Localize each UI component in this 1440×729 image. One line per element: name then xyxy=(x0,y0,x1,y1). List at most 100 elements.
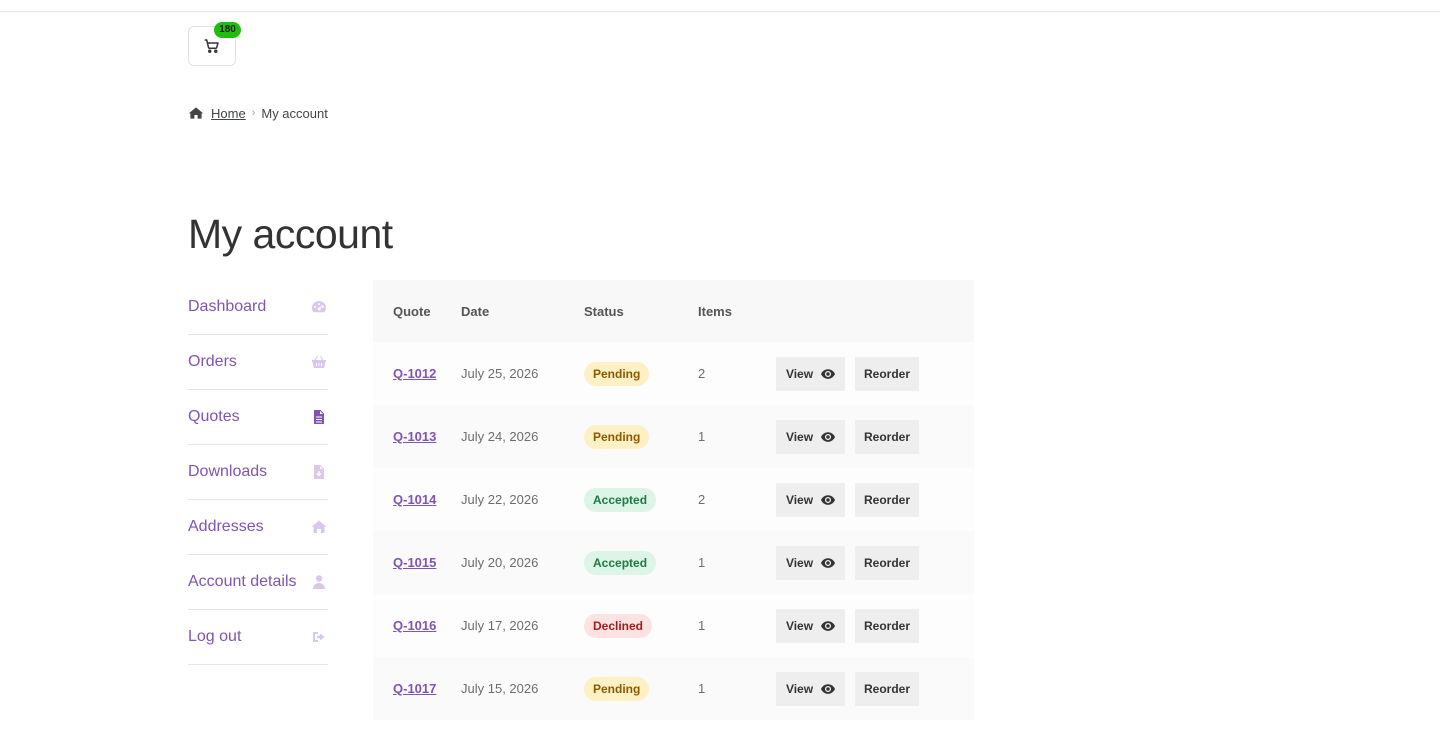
nav-item-label: Account details xyxy=(188,573,297,590)
nav-item-dashboard[interactable]: Dashboard xyxy=(188,280,328,335)
actions-cell: View Reorder xyxy=(776,545,974,580)
status-badge: Pending xyxy=(584,424,650,449)
view-button-label: View xyxy=(785,618,814,633)
nav-item-account-details[interactable]: Account details xyxy=(188,555,328,610)
table-row: Q-1017 July 15, 2026 Pending 1 View Reorder xyxy=(373,657,974,720)
status-badge: Pending xyxy=(584,361,650,386)
actions-cell: View Reorder xyxy=(776,356,974,391)
actions-cell: View Reorder xyxy=(776,608,974,643)
view-button[interactable]: View xyxy=(776,356,845,391)
quote-cell: Q-1012 xyxy=(373,366,461,381)
breadcrumb-separator: › xyxy=(251,107,256,119)
nav-item-log-out[interactable]: Log out xyxy=(188,610,328,665)
table-row: Q-1016 July 17, 2026 Declined 1 View Reorder xyxy=(373,594,974,657)
date-cell: July 25, 2026 xyxy=(461,366,539,381)
nav-item-addresses[interactable]: Addresses xyxy=(188,500,328,555)
view-button-label: View xyxy=(785,555,814,570)
column-header-date: Date xyxy=(461,303,490,319)
status-cell: Declined xyxy=(584,613,698,638)
nav-item-downloads[interactable]: Downloads xyxy=(188,445,328,500)
nav-item-label: Dashboard xyxy=(188,298,267,315)
cart-count-badge: 180 xyxy=(214,22,241,38)
download-file-icon xyxy=(310,463,328,481)
reorder-button[interactable]: Reorder xyxy=(855,545,919,580)
home-icon xyxy=(188,106,204,120)
column-header-status: Status xyxy=(584,303,624,319)
view-button-label: View xyxy=(785,681,814,696)
table-row: Q-1012 July 25, 2026 Pending 2 View Reorder xyxy=(373,342,974,405)
view-button-label: View xyxy=(785,366,814,381)
table-body: Q-1012 July 25, 2026 Pending 2 View Reorder Q-… xyxy=(373,342,974,720)
reorder-button[interactable]: Reorder xyxy=(855,671,919,706)
eye-icon xyxy=(821,620,836,631)
nav-item-label: Quotes xyxy=(188,408,240,425)
quote-cell: Q-1014 xyxy=(373,492,461,507)
nav-item-label: Downloads xyxy=(188,463,268,480)
status-cell: Accepted xyxy=(584,487,698,512)
status-badge: Pending xyxy=(584,676,650,701)
quote-link[interactable]: Q-1015 xyxy=(393,555,436,570)
table-row: Q-1015 July 20, 2026 Accepted 1 View Reorder xyxy=(373,531,974,594)
status-badge: Declined xyxy=(584,613,653,638)
items-cell: 2 xyxy=(698,366,706,381)
view-button[interactable]: View xyxy=(776,671,845,706)
reorder-button[interactable]: Reorder xyxy=(855,356,919,391)
nav-item-quotes[interactable]: Quotes xyxy=(188,390,328,445)
actions-cell: View Reorder xyxy=(776,482,974,517)
eye-icon xyxy=(821,557,836,568)
items-cell: 1 xyxy=(698,681,706,696)
quote-link[interactable]: Q-1012 xyxy=(393,366,436,381)
nav-item-label: Orders xyxy=(188,353,237,370)
nav-item-label: Log out xyxy=(188,628,242,645)
cart-icon xyxy=(203,37,221,55)
nav-item-orders[interactable]: Orders xyxy=(188,335,328,390)
status-badge: Accepted xyxy=(584,487,657,512)
date-cell: July 17, 2026 xyxy=(461,618,539,633)
status-cell: Pending xyxy=(584,361,698,386)
nav-item-label: Addresses xyxy=(188,518,264,535)
column-header-quote: Quote xyxy=(393,303,431,319)
reorder-button[interactable]: Reorder xyxy=(855,419,919,454)
quote-cell: Q-1015 xyxy=(373,555,461,570)
date-cell: July 15, 2026 xyxy=(461,681,539,696)
quote-link[interactable]: Q-1016 xyxy=(393,618,436,633)
status-cell: Pending xyxy=(584,676,698,701)
account-navigation: Dashboard Orders Quotes Downloads Addres… xyxy=(188,280,328,665)
view-button[interactable]: View xyxy=(776,545,845,580)
column-header-items: Items xyxy=(698,303,732,319)
breadcrumb: Home › My account xyxy=(188,104,328,122)
quote-link[interactable]: Q-1014 xyxy=(393,492,436,507)
quote-link[interactable]: Q-1017 xyxy=(393,681,436,696)
view-button-label: View xyxy=(785,492,814,507)
items-cell: 1 xyxy=(698,555,706,570)
eye-icon xyxy=(821,683,836,694)
view-button[interactable]: View xyxy=(776,608,845,643)
dashboard-icon xyxy=(310,298,328,316)
reorder-button[interactable]: Reorder xyxy=(855,608,919,643)
page-title: My account xyxy=(188,211,393,257)
items-cell: 1 xyxy=(698,429,706,444)
home-icon xyxy=(310,518,328,536)
eye-icon xyxy=(821,368,836,379)
items-cell: 2 xyxy=(698,492,706,507)
reorder-button[interactable]: Reorder xyxy=(855,482,919,517)
basket-icon xyxy=(310,353,328,371)
table-row: Q-1014 July 22, 2026 Accepted 2 View Reorder xyxy=(373,468,974,531)
user-icon xyxy=(310,573,328,591)
breadcrumb-current: My account xyxy=(261,105,328,121)
view-button[interactable]: View xyxy=(776,482,845,517)
quote-cell: Q-1016 xyxy=(373,618,461,633)
table-row: Q-1013 July 24, 2026 Pending 1 View Reorder xyxy=(373,405,974,468)
view-button-label: View xyxy=(785,429,814,444)
quote-cell: Q-1017 xyxy=(373,681,461,696)
date-cell: July 22, 2026 xyxy=(461,492,539,507)
date-cell: July 24, 2026 xyxy=(461,429,539,444)
quote-link[interactable]: Q-1013 xyxy=(393,429,436,444)
view-button[interactable]: View xyxy=(776,419,845,454)
eye-icon xyxy=(821,494,836,505)
items-cell: 1 xyxy=(698,618,706,633)
quotes-table: Quote Date Status Items Q-1012 July 25, 2… xyxy=(373,280,974,720)
table-header-row: Quote Date Status Items xyxy=(373,280,974,342)
logout-icon xyxy=(310,628,328,646)
breadcrumb-home-link[interactable]: Home xyxy=(211,106,246,121)
